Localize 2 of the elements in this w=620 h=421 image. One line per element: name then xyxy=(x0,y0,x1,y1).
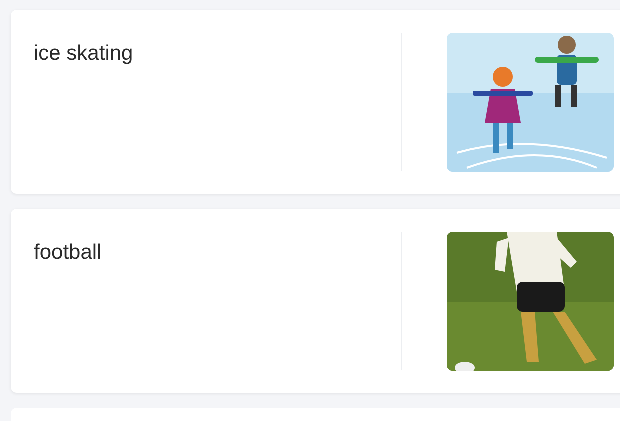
card-title: football xyxy=(34,241,102,264)
card-title: ice skating xyxy=(34,42,134,65)
